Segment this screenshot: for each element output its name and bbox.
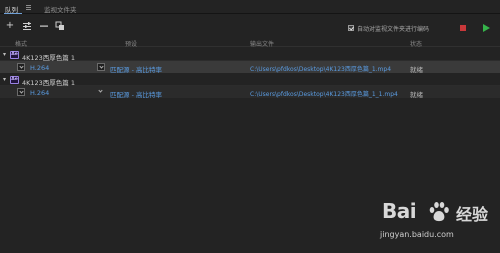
tab-watch-folders[interactable]: 监视文件夹 (44, 4, 77, 14)
chevron-down-icon[interactable]: ▾ (3, 77, 8, 83)
stop-queue-button[interactable] (460, 25, 466, 31)
column-status[interactable]: 状态 (410, 39, 422, 48)
watermark-logo-text: Bai (382, 199, 417, 223)
preset-dropdown-icon[interactable] (97, 63, 105, 71)
format-link[interactable]: H.264 (30, 89, 49, 97)
baidu-jingyan-watermark: Bai 经验 jingyan.baidu.com (380, 197, 498, 247)
preset-dropdown-icon[interactable] (97, 88, 105, 96)
queue-toolbar: + 自动对监视文件夹进行编码 (0, 16, 500, 36)
minus-icon[interactable] (39, 21, 49, 31)
auto-encode-checkbox[interactable] (348, 25, 354, 31)
after-effects-icon: Ae (10, 76, 19, 84)
format-dropdown-icon[interactable] (17, 88, 25, 96)
duplicate-icon[interactable] (55, 21, 65, 31)
panel-tab-bar: 队列 监视文件夹 (0, 0, 500, 14)
active-tab-indicator (4, 13, 22, 14)
panel-menu-icon[interactable] (26, 5, 31, 10)
watermark-suffix: 经验 (456, 205, 489, 224)
plus-icon[interactable]: + (5, 21, 15, 31)
source-settings-icon[interactable] (22, 21, 32, 31)
queue-column-header: 格式 预设 输出文件 状态 (0, 37, 500, 48)
after-effects-icon: Ae (10, 51, 19, 59)
auto-encode-toggle[interactable]: 自动对监视文件夹进行编码 (348, 24, 430, 33)
column-output[interactable]: 输出文件 (250, 39, 274, 48)
preset-link[interactable]: 匹配源 - 高比特率 (110, 64, 162, 74)
queue-item-row[interactable]: H.264 匹配源 - 高比特率 C:\Users\pfdkos\Desktop… (0, 61, 500, 74)
queue-source-row[interactable]: ▾ Ae 4K123西厚色篇 1 (0, 49, 500, 62)
queue-item-row[interactable]: H.264 匹配源 - 高比特率 C:\Users\pfdkos\Desktop… (0, 86, 500, 99)
output-file-link[interactable]: C:\Users\pfdkos\Desktop\4K123西厚色篇_1.mp4 (250, 64, 391, 73)
preset-link[interactable]: 匹配源 - 高比特率 (110, 89, 162, 99)
column-preset[interactable]: 预设 (125, 39, 137, 48)
column-format[interactable]: 格式 (15, 39, 27, 48)
start-queue-button[interactable] (483, 24, 490, 32)
status-text: 就绪 (410, 91, 423, 99)
watermark-url: jingyan.baidu.com (380, 230, 454, 239)
format-dropdown-icon[interactable] (17, 63, 25, 71)
auto-encode-label: 自动对监视文件夹进行编码 (357, 25, 430, 33)
queue-source-row[interactable]: ▾ Ae 4K123西厚色篇 1 (0, 74, 500, 87)
paw-icon (429, 202, 449, 222)
chevron-down-icon[interactable]: ▾ (3, 52, 8, 58)
status-text: 就绪 (410, 66, 423, 74)
output-file-link[interactable]: C:\Users\pfdkos\Desktop\4K123西厚色篇_1_1.mp… (250, 89, 398, 98)
format-link[interactable]: H.264 (30, 64, 49, 72)
